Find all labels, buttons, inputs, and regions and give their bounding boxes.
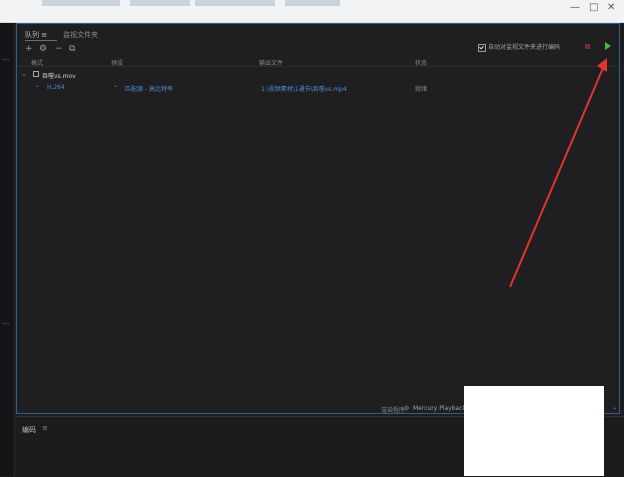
browser-tab[interactable] <box>130 0 190 6</box>
divider <box>2 323 10 324</box>
minimize-icon[interactable]: — <box>570 2 580 13</box>
settings-icon[interactable]: ⚙ <box>39 45 47 54</box>
column-header-status[interactable]: 状态 <box>415 58 427 67</box>
close-icon[interactable]: ✕ <box>607 2 615 13</box>
source-name: 吞噬vs.mov <box>42 73 76 80</box>
job-format-link[interactable]: H.264 <box>47 84 65 91</box>
job-output-link[interactable]: 1.\视频素材\1通节\吞噬vs.mp4 <box>261 84 347 93</box>
auto-encode-checkbox[interactable]: 自动对监视文件夹进行编码 <box>478 42 560 52</box>
chevron-down-icon[interactable]: ⌄ <box>612 404 617 411</box>
active-tab-indicator <box>25 40 57 41</box>
chevron-down-icon[interactable]: ⌄ <box>113 82 118 89</box>
encoding-panel-title[interactable]: 编码 <box>22 425 36 435</box>
remove-icon[interactable]: − <box>55 45 63 54</box>
job-status: 就绪 <box>415 86 428 93</box>
add-source-icon[interactable]: + <box>25 45 33 54</box>
column-header-format[interactable]: 格式 <box>31 58 43 67</box>
column-headers: 格式 预设 输出文件 状态 <box>17 54 619 67</box>
browser-tab[interactable] <box>42 0 120 6</box>
browser-tab[interactable] <box>285 0 340 6</box>
blank-overlay <box>464 386 604 476</box>
checkbox-checked-icon[interactable] <box>478 43 486 52</box>
stop-queue-button[interactable] <box>585 44 590 49</box>
queue-source-row[interactable]: ⌄ 吞噬vs.mov <box>17 69 619 81</box>
column-header-output[interactable]: 输出文件 <box>259 58 283 67</box>
tab-queue[interactable]: 队列 ≡ <box>25 30 47 40</box>
media-file-icon <box>33 71 39 77</box>
job-preset-link[interactable]: 匹配源 - 高比特率 <box>125 84 173 93</box>
divider <box>2 59 10 60</box>
chevron-down-icon[interactable]: ⌄ <box>21 70 27 78</box>
renderer-select[interactable]: Mercury Playback <box>413 405 466 412</box>
maximize-icon[interactable]: □ <box>589 2 598 13</box>
tab-watch-folders[interactable]: 监视文件夹 <box>63 30 98 40</box>
start-queue-button[interactable] <box>605 42 611 50</box>
auto-encode-label: 自动对监视文件夹进行编码 <box>488 44 561 51</box>
queue-job-row[interactable]: ⌄ H.264 ⌄ 匹配源 - 高比特率 1.\视频素材\1通节\吞噬vs.mp… <box>17 81 619 93</box>
panel-menu-icon[interactable]: ≡ <box>42 424 48 432</box>
browser-tab-active[interactable] <box>195 0 275 6</box>
window-title-bar: — □ ✕ <box>0 0 624 23</box>
queue-panel: 队列 ≡ 监视文件夹 + ⚙ − ⧉ 自动对监视文件夹进行编码 格式 预设 输出… <box>16 23 620 414</box>
duplicate-icon[interactable]: ⧉ <box>69 45 75 54</box>
left-panel-edge <box>0 23 15 476</box>
chevron-down-icon[interactable]: ⌄ <box>35 82 40 89</box>
column-header-preset[interactable]: 预设 <box>111 58 123 67</box>
renderer-icon: ⚙ <box>404 405 410 412</box>
